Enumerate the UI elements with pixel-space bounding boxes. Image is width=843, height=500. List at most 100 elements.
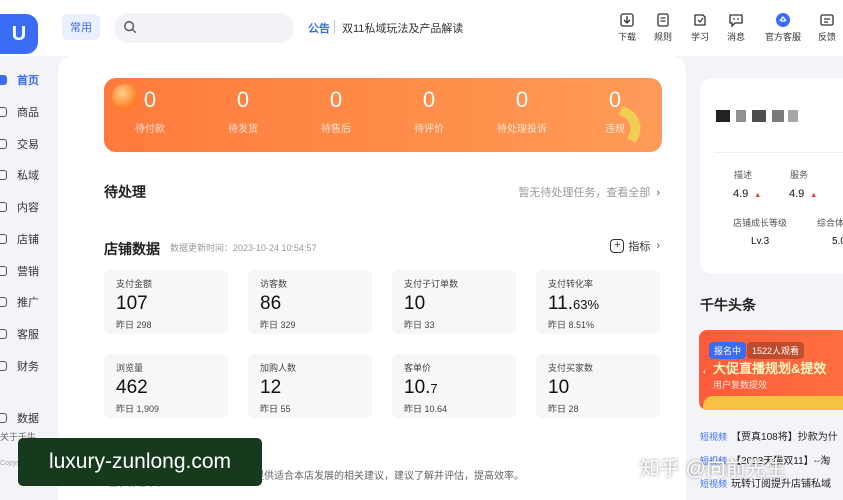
zhihu-watermark: 知乎 @向前先生 [640, 458, 786, 480]
qianniu-logo[interactable]: U [0, 14, 38, 54]
data-icon [0, 413, 7, 423]
growth-level-label: 店铺成长等级 [733, 218, 788, 228]
sidebar-item-label: 首页 [17, 75, 39, 87]
sidebar-item-label: 店铺 [17, 234, 39, 246]
sidebar-item-label: 财务 [17, 361, 39, 373]
common-button[interactable]: 常用 [62, 14, 100, 40]
metric-label: 客单价 [404, 363, 432, 373]
stat-pending-review[interactable]: 0 待评价 [394, 88, 464, 136]
live-event-banner[interactable]: 报名中 1522人观看 ‹ 大促直播规划&提效 用户复数提效 [699, 330, 843, 410]
metric-value: 10 [404, 293, 504, 316]
trade-icon [0, 139, 7, 149]
metrics-button[interactable]: + 指标 › [610, 238, 660, 254]
sidebar-item-private[interactable]: 私域 [0, 165, 55, 185]
learn-label: 学习 [690, 32, 709, 42]
stat-pending-aftersale[interactable]: 0 待售后 [301, 87, 371, 136]
stat-pending-shipment[interactable]: 0 待发货 [208, 88, 278, 136]
sidebar-item-store[interactable]: 店铺 [0, 229, 55, 249]
stat-number: 0 [143, 87, 157, 112]
chevron-right-icon: › [656, 187, 660, 199]
divider [714, 152, 843, 153]
metric-yesterday: 昨日 33 [404, 320, 435, 330]
stat-label: 待处理投诉 [497, 124, 547, 135]
metric-yesterday: 昨日 298 [116, 320, 152, 330]
sidebar-item-finance[interactable]: 财务 [0, 356, 55, 376]
sidebar-item-home[interactable]: 首页 [0, 70, 55, 90]
download-icon [620, 13, 634, 27]
site-watermark: luxury-zunlong.com [18, 438, 262, 486]
metric-card-visitors[interactable]: 访客数 86 昨日 329 [248, 270, 372, 334]
finance-icon [0, 361, 7, 371]
metric-value: 10.7 [404, 377, 504, 400]
stat-pending-complaint[interactable]: 0 待处理投诉 [487, 88, 557, 136]
stat-violation[interactable]: 0 违规 [580, 88, 650, 136]
download-button[interactable]: 下载 [612, 12, 642, 43]
metric-value: 12 [260, 377, 360, 400]
sidebar: 首页 商品 交易 私域 内容 店铺 营销 推广 客服 财务 数据 关于千牛 Co… [0, 56, 55, 500]
sidebar-item-products[interactable]: 商品 [0, 102, 55, 122]
marketing-icon [0, 266, 7, 276]
blurred-store-name [788, 110, 798, 122]
metric-yesterday: 昨日 8.51% [548, 320, 595, 330]
metrics-label: 指标 [628, 241, 651, 253]
banner-strip-decoration [703, 396, 843, 410]
metric-value: 86 [260, 293, 360, 316]
blurred-store-name [752, 110, 766, 122]
metric-card-page-views[interactable]: 浏览量 462 昨日 1,909 [104, 354, 228, 418]
metric-card-buyers[interactable]: 支付买家数 10 昨日 28 [536, 354, 660, 418]
metric-label: 支付转化率 [548, 279, 594, 289]
message-button[interactable]: 消息 [721, 12, 751, 43]
search-icon [124, 21, 137, 34]
sidebar-item-data[interactable]: 数据 [0, 408, 55, 428]
stat-number: 0 [329, 87, 343, 112]
metric-yesterday: 昨日 28 [548, 404, 579, 414]
metric-card-avg-order[interactable]: 客单价 10.7 昨日 10.64 [392, 354, 516, 418]
banner-subtitle: 用户复数提效 [713, 380, 768, 390]
sidebar-item-service[interactable]: 客服 [0, 324, 55, 344]
news-tag: 短视频 [700, 432, 728, 442]
pending-title: 待处理 [104, 184, 146, 200]
view-all-pending-link[interactable]: 暂无待处理任务，查看全部 › [518, 184, 660, 200]
official-service-button[interactable]: 官方客服 [763, 12, 803, 43]
metric-card-sub-orders[interactable]: 支付子订单数 10 昨日 33 [392, 270, 516, 334]
store-profile-card: 描述 服务 4.9 ▲ 4.9 ▲ 店铺成长等级 综合体 Lv.3 5.0 [700, 78, 843, 274]
metric-value-small: 63% [573, 297, 600, 312]
metric-value: 107 [116, 293, 216, 316]
sidebar-item-trade[interactable]: 交易 [0, 134, 55, 154]
qianniu-headlines-title: 千牛头条 [700, 297, 756, 313]
sidebar-item-content[interactable]: 内容 [0, 197, 55, 217]
announcement-link[interactable]: 双11私域玩法及产品解读 [342, 20, 463, 36]
data-update-time: 数据更新时间：2023-10-24 10:54:57 [170, 243, 317, 253]
metric-card-add-to-cart[interactable]: 加购人数 12 昨日 55 [248, 354, 372, 418]
registration-badge: 报名中 [709, 342, 747, 359]
metric-card-payment-amount[interactable]: 支付金额 107 昨日 298 [104, 270, 228, 334]
stat-label: 待评价 [414, 124, 444, 135]
sidebar-item-label: 营销 [17, 266, 39, 278]
stat-pending-payment[interactable]: 0 待付款 [115, 87, 185, 136]
learn-button[interactable]: 学习 [685, 12, 715, 43]
news-item[interactable]: 短视频 【贾真108将】抄款为什 [700, 428, 838, 443]
desc-score-label: 描述 [734, 170, 753, 180]
overall-label: 综合体 [817, 218, 843, 228]
metric-card-conversion[interactable]: 支付转化率 11.63% 昨日 8.51% [536, 270, 660, 334]
download-label: 下载 [617, 32, 636, 42]
search-input[interactable] [114, 13, 294, 43]
home-icon [0, 75, 7, 85]
metric-label: 加购人数 [260, 363, 297, 373]
growth-level-value: Lv.3 [751, 236, 770, 247]
blurred-store-name [716, 110, 730, 122]
metric-yesterday: 昨日 55 [260, 404, 291, 414]
sidebar-item-promotion[interactable]: 推广 [0, 292, 55, 312]
sidebar-item-marketing[interactable]: 营销 [0, 261, 55, 281]
sidebar-item-label: 数据 [17, 413, 39, 425]
metric-yesterday: 昨日 1,909 [116, 404, 160, 414]
rules-button[interactable]: 规则 [648, 12, 678, 43]
chevron-left-icon[interactable]: ‹ [703, 366, 706, 376]
service-icon [776, 13, 790, 27]
sidebar-item-label: 商品 [17, 107, 39, 119]
viewer-count: 1522人观看 [747, 342, 805, 359]
metric-value-main: 10 [404, 293, 426, 314]
feedback-icon [820, 14, 834, 26]
stat-label: 违规 [605, 124, 625, 135]
feedback-button[interactable]: 反馈 [812, 12, 842, 43]
